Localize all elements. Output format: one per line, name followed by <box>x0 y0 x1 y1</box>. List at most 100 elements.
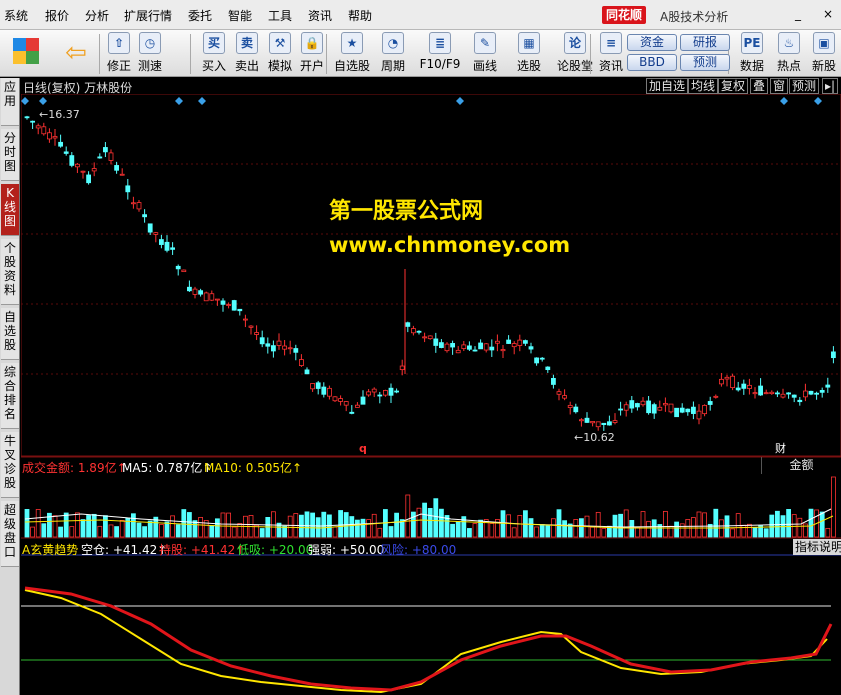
tab-stock-profile[interactable]: 个股资料 <box>1 239 19 305</box>
menu-tools[interactable]: 工具 <box>268 7 292 24</box>
volume-bar <box>209 525 215 538</box>
predict-button[interactable]: 预测 <box>789 78 820 94</box>
tab-intraday[interactable]: 分时图 <box>1 129 19 181</box>
ma-button[interactable]: 均线 <box>688 78 719 94</box>
collapse-icon[interactable]: ▸| <box>822 78 839 94</box>
amount-tag[interactable]: 金额 <box>761 457 841 474</box>
indicator-help-button[interactable]: 指标说明 <box>793 539 841 555</box>
toolbar-button-11[interactable]: 论论股堂 <box>555 32 595 76</box>
window-button[interactable]: 窗 <box>770 78 789 94</box>
candle <box>366 391 372 396</box>
event-marker-icon <box>198 97 206 105</box>
menu-news[interactable]: 资讯 <box>308 7 332 24</box>
toolbar-button-6[interactable]: ★ 自选股 <box>331 32 373 76</box>
indicator-yellow-line <box>24 589 828 694</box>
volume-bar <box>170 515 176 538</box>
toolbar-button-1[interactable]: ◷ 测速 <box>134 32 166 76</box>
volume-bar <box>35 509 41 538</box>
add-watchlist-button[interactable]: 加自选 <box>646 78 689 94</box>
volume-bar <box>226 512 232 538</box>
candle <box>282 345 288 350</box>
menu-system[interactable]: 系统 <box>4 7 28 24</box>
toolbar-button-5[interactable]: 🔒 开户 <box>296 32 328 76</box>
candle <box>752 392 758 395</box>
indicator-name[interactable]: A玄黄趋势 <box>22 541 78 558</box>
toolbar-button-4[interactable]: ⚒ 模拟 <box>264 32 296 76</box>
candle <box>24 116 30 119</box>
lock-icon: 🔒 <box>301 32 323 54</box>
candle <box>410 328 416 334</box>
volume-bar <box>103 515 108 538</box>
candle <box>97 156 103 159</box>
toolbar-button-13[interactable]: PE 数据 <box>735 32 769 76</box>
volume-bar <box>63 512 69 538</box>
tab-apps[interactable]: 应用 <box>1 78 19 126</box>
volume-bar <box>394 512 400 538</box>
candle <box>131 202 136 205</box>
tab-ranking[interactable]: 综合排名 <box>1 363 19 429</box>
toolbar-button-8[interactable]: ≣ F10/F9 <box>417 32 463 76</box>
candle <box>287 347 293 350</box>
candle <box>494 340 500 344</box>
candle <box>679 407 685 413</box>
research-button[interactable]: 研报 <box>680 34 730 51</box>
candle <box>433 338 439 346</box>
candle <box>702 404 707 415</box>
candle <box>450 343 456 348</box>
candle <box>831 351 836 359</box>
tab-super-quote[interactable]: 超级盘口 <box>1 501 19 567</box>
minimize-icon[interactable]: _ <box>790 6 806 22</box>
candle <box>46 132 52 140</box>
candle <box>629 400 635 409</box>
tab-kline[interactable]: K线图 <box>1 184 19 236</box>
overlay-button[interactable]: 叠 <box>750 78 769 94</box>
back-arrow-icon: ⇦ <box>65 38 87 68</box>
menu-smart[interactable]: 智能 <box>228 7 252 24</box>
volume-bar <box>629 520 635 538</box>
close-icon[interactable]: × <box>820 6 836 22</box>
menu-ext-market[interactable]: 扩展行情 <box>124 7 172 24</box>
capital-button[interactable]: 资金 <box>627 34 677 51</box>
menu-order[interactable]: 委托 <box>188 7 212 24</box>
chart-header: 日线(复权) 万林股份 加自选 均线 复权 叠 窗 预测 ▸| <box>21 78 841 95</box>
candle <box>573 406 579 413</box>
tab-watchlist[interactable]: 自选股 <box>1 308 19 360</box>
toolbar-button-0[interactable]: ⇧ 修正 <box>103 32 135 76</box>
toolbar-button-15[interactable]: ▣ 新股 <box>808 32 840 76</box>
tab-diagnosis[interactable]: 牛叉诊股 <box>1 432 19 498</box>
candle <box>668 403 674 413</box>
menu-quote[interactable]: 报价 <box>45 7 69 24</box>
adjust-button[interactable]: 复权 <box>718 78 749 94</box>
toolbar-button-2[interactable]: 买买入 <box>198 32 230 76</box>
volume-bar <box>360 518 366 538</box>
volume-bar <box>52 515 58 538</box>
toolbar-button-14[interactable]: ♨ 热点 <box>773 32 805 76</box>
volume-bar <box>590 526 595 538</box>
candle <box>63 151 69 154</box>
toolbar-button-7[interactable]: ◔ 周期 <box>376 32 410 76</box>
volume-bar <box>489 523 495 538</box>
layout-button[interactable] <box>8 32 44 76</box>
forecast-button[interactable]: 预测 <box>680 54 730 71</box>
chart-canvas[interactable]: ←16.37 ←10.62 q 财 <box>21 94 841 695</box>
menu-analysis[interactable]: 分析 <box>85 7 109 24</box>
indicator-red-line <box>24 586 833 692</box>
candle <box>657 406 663 411</box>
candle <box>41 126 47 135</box>
volume-bar <box>696 511 702 538</box>
indicator-kongcang: 空仓: +41.42↑ <box>81 543 168 557</box>
indicator-chigu: 持股: +41.42↑ <box>159 543 246 557</box>
bbd-button[interactable]: BBD <box>627 54 677 71</box>
volume-bar <box>640 511 646 538</box>
toolbar-button-3[interactable]: 卖卖出 <box>231 32 263 76</box>
candle <box>75 163 80 168</box>
volume-bar <box>679 523 685 538</box>
toolbar-button-12[interactable]: ≡ 资讯 <box>596 32 626 76</box>
menu-help[interactable]: 帮助 <box>348 7 372 24</box>
toolbar-button-10[interactable]: ▦ 选股 <box>510 32 548 76</box>
candle <box>635 403 640 408</box>
candle <box>242 318 248 321</box>
toolbar-button-9[interactable]: ✎ 画线 <box>468 32 502 76</box>
volume-bar <box>142 526 147 538</box>
back-button[interactable]: ⇦ <box>58 32 94 76</box>
